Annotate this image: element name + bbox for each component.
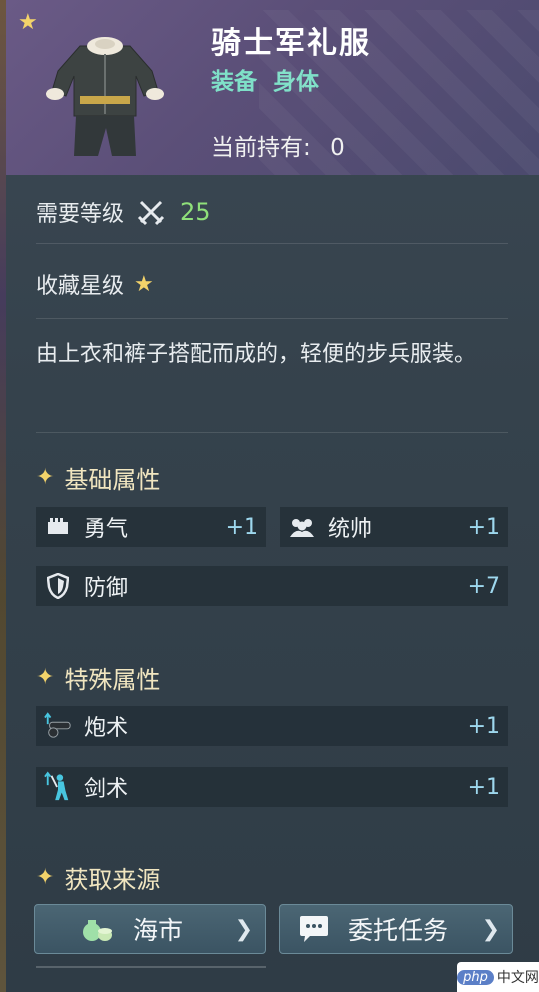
attr-swordsmanship: 剑术 +1 <box>36 767 508 807</box>
owned-label: 当前持有: <box>211 135 311 161</box>
required-level-value: 25 <box>180 198 211 226</box>
sparkle-icon: ✦ <box>36 465 55 490</box>
item-name: 骑士军礼服 <box>211 26 371 61</box>
attr-cannon: 炮术 +1 <box>36 706 508 746</box>
attr-name: 统帅 <box>328 517 373 542</box>
courage-icon <box>44 513 72 541</box>
watermark-text: 中文网 <box>496 970 539 986</box>
source-title: 获取来源 <box>64 866 161 894</box>
favorite-star-icon[interactable]: ★ <box>18 10 38 35</box>
owned-count: 当前持有: 0 <box>211 128 345 162</box>
costume-image <box>46 37 164 156</box>
attr-name: 勇气 <box>84 517 129 542</box>
collect-star-row: 收藏星级 ★ <box>36 268 154 300</box>
item-slot-label: 身体 <box>273 69 320 95</box>
attr-value: +1 <box>225 514 258 540</box>
special-attributes-title: 特殊属性 <box>64 666 161 694</box>
source-button-commission[interactable]: 委托任务 ❯ <box>279 904 513 954</box>
basic-attributes-header: ✦ 基础属性 <box>36 460 160 495</box>
item-header: ★ 骑士军礼服 装备 身体 当前持有: 0 <box>6 0 539 175</box>
shield-icon <box>44 572 72 600</box>
basic-attributes-title: 基础属性 <box>64 466 161 494</box>
item-description: 由上衣和裤子搭配而成的，轻便的步兵服装。 <box>36 342 477 367</box>
attr-value: +1 <box>467 713 500 739</box>
money-bag-icon <box>83 920 112 941</box>
cannon-icon <box>44 712 72 740</box>
item-type-label: 装备 <box>211 69 257 95</box>
source-header: ✦ 获取来源 <box>36 860 160 895</box>
collect-star-label: 收藏星级 <box>36 274 125 299</box>
attr-value: +1 <box>467 514 500 540</box>
required-level-row: 需要等级 25 <box>36 196 211 228</box>
attr-value: +1 <box>467 774 500 800</box>
divider <box>36 432 508 433</box>
source-button-market[interactable]: 海市 ❯ <box>34 904 266 954</box>
attr-name: 炮术 <box>84 716 129 741</box>
sparkle-icon: ✦ <box>36 865 55 890</box>
owned-value: 0 <box>330 135 345 161</box>
scroll-indicator <box>36 966 266 968</box>
divider <box>36 318 508 319</box>
collect-star-icon: ★ <box>134 271 154 297</box>
watermark-brand: php <box>457 969 494 985</box>
divider <box>36 243 508 244</box>
swordsman-icon <box>44 771 72 801</box>
chevron-right-icon: ❯ <box>234 916 253 942</box>
crossed-swords-icon <box>137 200 165 226</box>
source-label: 委托任务 <box>348 916 449 945</box>
attr-name: 防御 <box>84 576 129 601</box>
chevron-right-icon: ❯ <box>481 916 500 942</box>
attr-value: +7 <box>467 573 500 599</box>
source-label: 海市 <box>133 916 184 945</box>
leadership-icon <box>288 513 316 541</box>
attr-leadership: 统帅 +1 <box>280 507 508 547</box>
required-level-label: 需要等级 <box>36 202 125 227</box>
attr-name: 剑术 <box>84 777 129 802</box>
attr-defense: 防御 +7 <box>36 566 508 606</box>
item-type: 装备 身体 <box>211 62 319 96</box>
special-attributes-header: ✦ 特殊属性 <box>36 660 160 695</box>
attr-courage: 勇气 +1 <box>36 507 266 547</box>
chat-bubble-icon <box>300 916 328 942</box>
site-watermark: php 中文网 <box>457 962 539 992</box>
sparkle-icon: ✦ <box>36 665 55 690</box>
